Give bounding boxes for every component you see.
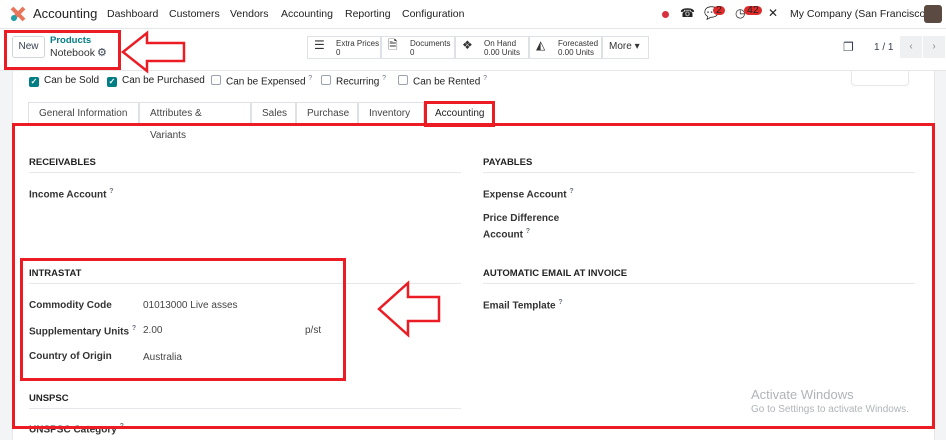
- documents-button[interactable]: 🗎 Documents 0: [381, 36, 455, 59]
- user-avatar[interactable]: [924, 5, 942, 23]
- more-button[interactable]: More ▾: [602, 36, 649, 59]
- can-be-purchased-checkbox[interactable]: ✓ Can be Purchased: [107, 75, 205, 87]
- pager-prev-button[interactable]: ‹: [900, 36, 922, 58]
- menu-reporting[interactable]: Reporting: [345, 8, 391, 20]
- cubes-icon: ❖: [462, 38, 473, 52]
- recurring-checkbox[interactable]: Recurring ?: [321, 75, 386, 87]
- can-be-rented-checkbox[interactable]: Can be Rented ?: [398, 75, 487, 87]
- can-be-sold-checkbox[interactable]: ✓ Can be Sold: [29, 75, 99, 87]
- menu-dashboard[interactable]: Dashboard: [107, 8, 158, 20]
- top-navbar: Accounting Dashboard Customers Vendors A…: [0, 0, 946, 29]
- annotation-box-header: [4, 30, 121, 70]
- pager-value[interactable]: 1 / 1: [874, 42, 893, 53]
- list-icon: ☰: [314, 38, 325, 52]
- pager-next-button[interactable]: ›: [923, 36, 945, 58]
- status-dot-icon[interactable]: [662, 11, 669, 18]
- app-name[interactable]: Accounting: [33, 6, 97, 21]
- document-icon: 🗎: [388, 38, 398, 52]
- product-image[interactable]: [851, 71, 909, 86]
- messages-badge: 2: [713, 5, 725, 15]
- bookmark-icon[interactable]: ❐: [843, 40, 854, 54]
- on-hand-button[interactable]: ❖ On Hand 0.00 Units: [455, 36, 529, 59]
- extra-prices-button[interactable]: ☰ Extra Prices 0: [307, 36, 381, 59]
- forecasted-button[interactable]: ◭ Forecasted 0.00 Units: [529, 36, 602, 59]
- annotation-arrow-icon: [120, 30, 186, 74]
- activities-badge: 42: [744, 5, 762, 15]
- menu-customers[interactable]: Customers: [169, 8, 220, 20]
- menu-configuration[interactable]: Configuration: [402, 8, 464, 20]
- annotation-box-intrastat: [20, 258, 346, 381]
- annotation-arrow-icon-2: [377, 280, 441, 338]
- tools-icon[interactable]: ✕: [768, 6, 778, 20]
- can-be-expensed-checkbox[interactable]: Can be Expensed ?: [211, 75, 312, 87]
- app-logo-icon[interactable]: [10, 6, 26, 22]
- phone-icon[interactable]: ☎: [680, 6, 695, 20]
- menu-accounting[interactable]: Accounting: [281, 8, 333, 20]
- company-switcher[interactable]: My Company (San Francisco): [790, 8, 929, 20]
- area-chart-icon: ◭: [536, 38, 546, 52]
- menu-vendors[interactable]: Vendors: [230, 8, 269, 20]
